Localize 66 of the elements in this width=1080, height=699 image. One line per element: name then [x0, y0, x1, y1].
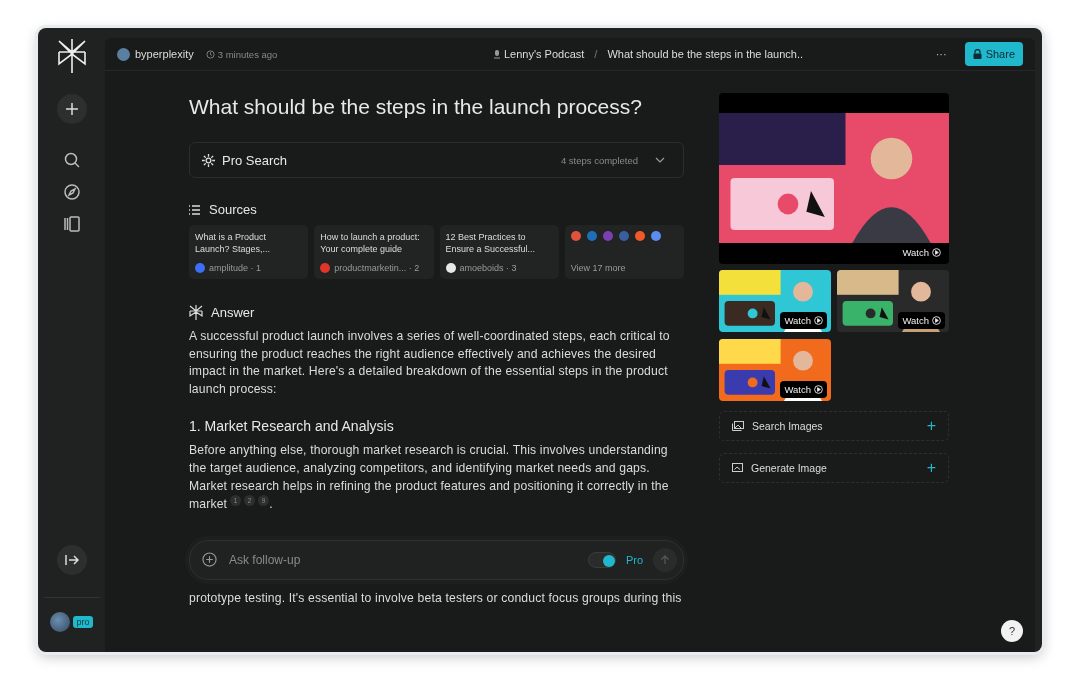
- source-card[interactable]: What is a Product Launch? Stages,... amplitude · 1: [189, 225, 309, 279]
- more-sources-card[interactable]: View 17 more: [564, 225, 684, 279]
- sparkle-icon: [202, 153, 215, 167]
- sources-icon: [189, 203, 201, 216]
- pro-label: Pro: [625, 553, 643, 566]
- add-icon[interactable]: [202, 552, 217, 568]
- clock-icon: [205, 49, 215, 59]
- library-icon[interactable]: [62, 215, 81, 233]
- watch-button[interactable]: Watch: [780, 381, 827, 398]
- answer-subheading: 1. Market Research and Analysis: [189, 418, 395, 435]
- source-site: productmarketin... · 2: [334, 263, 420, 273]
- answer-icon: [189, 305, 203, 320]
- watch-button[interactable]: Watch: [780, 312, 827, 329]
- watch-button[interactable]: Watch: [898, 312, 945, 329]
- pro-search-label: Pro Search: [222, 152, 289, 168]
- new-thread-button[interactable]: [56, 94, 87, 124]
- search-icon[interactable]: [62, 151, 81, 169]
- help-button[interactable]: ?: [1001, 620, 1023, 642]
- images-icon: [732, 421, 744, 431]
- video-card[interactable]: Watch: [837, 270, 949, 332]
- chevron-icon[interactable]: [655, 157, 665, 163]
- user-avatar: [117, 47, 130, 61]
- source-site: amoeboids · 3: [459, 263, 517, 273]
- video-card[interactable]: Watch: [719, 93, 949, 264]
- timestamp: 3 minutes ago: [217, 48, 278, 60]
- lock-icon: [972, 49, 982, 59]
- play-icon: [814, 385, 823, 394]
- video-card[interactable]: Watch: [719, 339, 831, 401]
- image-action-button[interactable]: Search Images +: [719, 411, 949, 441]
- source-title: 12 Best Practices to Ensure a Successful...: [445, 231, 537, 255]
- image-icon: [732, 463, 743, 473]
- thread-title: What should be the steps in the launch..: [607, 48, 804, 60]
- answer-paragraph: prototype testing. It's essential to involve beta testers or conduct focus groups during this: [189, 589, 683, 607]
- answer-heading: Answer: [211, 305, 255, 320]
- arrow-up-icon: [660, 554, 670, 565]
- arrow-icon: [64, 554, 79, 566]
- pro-badge: pro: [73, 616, 93, 628]
- pro-toggle[interactable]: [587, 551, 616, 568]
- collection-link[interactable]: Lenny's Podcast: [503, 48, 585, 60]
- pro-search-panel[interactable]: Pro Search 4 steps completed: [189, 142, 684, 178]
- microphone-icon: [493, 49, 500, 59]
- sources-heading: Sources: [209, 202, 257, 217]
- play-icon: [932, 316, 941, 325]
- follow-up-field[interactable]: Ask follow-up: [227, 551, 578, 568]
- source-card[interactable]: How to launch a product: Your complete guide productmarketin... · 2: [314, 225, 434, 279]
- image-action-button[interactable]: Generate Image +: [719, 453, 949, 483]
- source-title: What is a Product Launch? Stages,...: [195, 231, 272, 255]
- user-avatar[interactable]: [50, 612, 71, 632]
- username[interactable]: byperplexity: [135, 48, 194, 60]
- question-title: What should be the steps in the launch process?: [189, 94, 643, 120]
- source-card[interactable]: 12 Best Practices to Ensure a Successful... amoeboids · 3: [439, 225, 559, 279]
- compass-icon[interactable]: [62, 183, 81, 201]
- plus-icon: [64, 102, 79, 116]
- breadcrumb-separator: /: [594, 48, 598, 60]
- play-icon: [932, 248, 941, 257]
- video-card[interactable]: Watch: [719, 270, 831, 332]
- more-button[interactable]: ···: [929, 47, 953, 61]
- source-site: amplitude · 1: [209, 263, 262, 273]
- view-more-link: View 17 more: [570, 263, 627, 273]
- share-button[interactable]: Share: [964, 42, 1023, 66]
- logo-icon[interactable]: [55, 38, 88, 74]
- source-title: How to launch a product: Your complete guide: [320, 231, 421, 255]
- steps-status: 4 steps completed: [560, 154, 638, 166]
- play-icon: [814, 316, 823, 325]
- expand-sidebar-button[interactable]: [56, 545, 87, 575]
- answer-paragraph: A successful product launch involves a series of well-coordinated steps, each critical to ensuring the product reaches the right audience effectively and achieves the desired impact in the market. Here's a detailed breakdown of the essential steps in the product launch process:: [189, 328, 671, 398]
